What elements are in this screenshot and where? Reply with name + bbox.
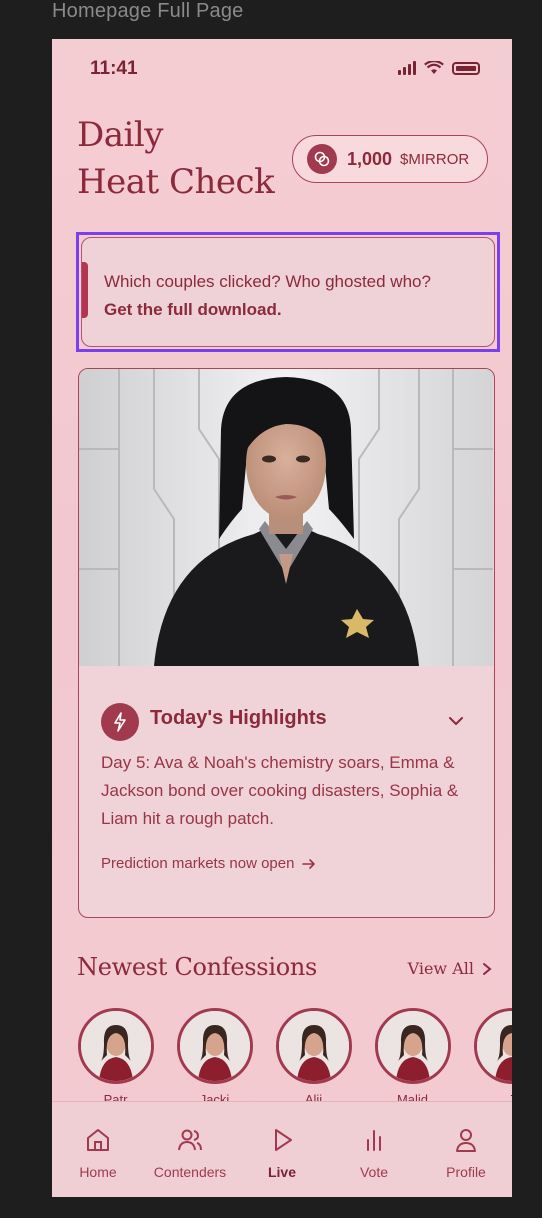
alert-line1: Which couples clicked? Who ghosted who?	[104, 272, 431, 291]
view-all-label: View All	[407, 959, 474, 978]
nav-label-live: Live	[267, 1164, 296, 1180]
confession-item[interactable]: Alii	[276, 1008, 352, 1106]
nav-label-contenders: Contenders	[153, 1164, 227, 1180]
wallet-amount: 1,000	[347, 148, 393, 169]
wallet-token: $MIRROR	[400, 150, 470, 168]
nav-item-contenders[interactable]: Contenders	[146, 1126, 234, 1180]
bottom-nav: Home Contenders Live Vote Profile	[52, 1101, 512, 1197]
download-alert-banner[interactable]: Which couples clicked? Who ghosted who? …	[76, 232, 500, 352]
status-icons	[398, 61, 480, 75]
wifi-icon	[424, 61, 444, 74]
frame-label: Homepage Full Page	[52, 0, 244, 22]
chevron-right-icon	[483, 962, 492, 975]
nav-item-profile[interactable]: Profile	[422, 1126, 510, 1180]
nav-label-profile: Profile	[446, 1164, 486, 1180]
nav-label-vote: Vote	[359, 1164, 389, 1180]
page-title: Daily Heat Check	[77, 112, 297, 206]
nav-item-live[interactable]: Live	[238, 1126, 326, 1180]
avatar	[78, 1008, 154, 1084]
page-title-line1: Daily	[77, 115, 164, 155]
coin-icon	[307, 144, 337, 174]
alert-line2[interactable]: Get the full download.	[104, 300, 282, 319]
view-all-link[interactable]: View All	[408, 959, 492, 978]
confession-item[interactable]: Malid	[375, 1008, 451, 1106]
avatar	[375, 1008, 451, 1084]
home-icon	[87, 1129, 109, 1151]
signal-icon	[398, 61, 416, 75]
confession-item[interactable]: Patr	[78, 1008, 154, 1106]
bar-chart-icon	[367, 1130, 381, 1151]
confessions-section-title: Newest Confessions	[77, 953, 318, 981]
lightning-icon	[101, 703, 139, 741]
arrow-right-icon	[302, 858, 316, 869]
wallet-balance-button[interactable]: 1,000 $MIRROR	[292, 135, 488, 183]
user-icon	[456, 1129, 476, 1152]
page-title-line2: Heat Check	[77, 162, 275, 202]
confessions-list: Patr Jacki Alii Malid J	[78, 1008, 512, 1106]
highlights-title: Today's Highlights	[150, 707, 327, 729]
alert-text: Which couples clicked? Who ghosted who? …	[104, 268, 431, 324]
play-icon	[275, 1129, 292, 1151]
alert-accent-bar	[82, 262, 88, 318]
nav-item-vote[interactable]: Vote	[330, 1126, 418, 1180]
users-icon	[178, 1129, 202, 1151]
highlights-card[interactable]: Today's Highlights Day 5: Ava & Noah's c…	[78, 368, 495, 918]
nav-item-home[interactable]: Home	[54, 1126, 142, 1180]
avatar	[177, 1008, 253, 1084]
phone-screen: 11:41 Daily Heat Check 1,000 $MIRROR Whi…	[52, 39, 512, 1197]
nav-label-home: Home	[79, 1164, 117, 1180]
host-portrait-image	[79, 369, 493, 666]
confession-item[interactable]: J	[474, 1008, 512, 1106]
battery-icon	[452, 61, 480, 75]
avatar	[474, 1008, 512, 1084]
avatar	[276, 1008, 352, 1084]
chevron-down-icon[interactable]	[448, 713, 464, 729]
prediction-markets-link-label: Prediction markets now open	[101, 855, 295, 872]
confession-item[interactable]: Jacki	[177, 1008, 253, 1106]
status-time: 11:41	[90, 58, 138, 79]
highlights-body: Day 5: Ava & Noah's chemistry soars, Emm…	[101, 753, 459, 828]
prediction-markets-link[interactable]: Prediction markets now open	[101, 855, 316, 872]
